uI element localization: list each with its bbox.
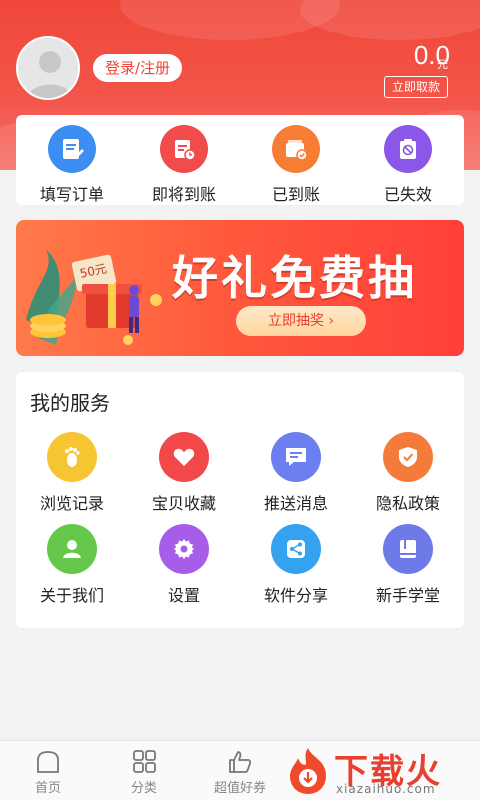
service-label: 推送消息 xyxy=(263,494,328,513)
order-item-pending[interactable]: 即将到账 xyxy=(128,115,240,205)
order-status-card: 填写订单 即将到账 已到账 已失效 xyxy=(16,115,464,205)
share-icon xyxy=(271,524,321,574)
order-item-label: 已到账 xyxy=(271,185,320,204)
thumbs-up-icon xyxy=(229,751,252,773)
order-item-label: 填写订单 xyxy=(39,185,104,204)
tab-home[interactable]: 首页 xyxy=(0,741,96,800)
order-item-expired[interactable]: 已失效 xyxy=(352,115,464,205)
gift-illustration: 50元 xyxy=(26,250,162,345)
tab-label: 超值好券 xyxy=(213,781,266,796)
tab-category[interactable]: 分类 xyxy=(96,741,192,800)
expired-clipboard-icon xyxy=(384,125,432,173)
shield-check-icon xyxy=(383,432,433,482)
service-label: 隐私政策 xyxy=(375,494,440,513)
service-item-settings[interactable]: 设置 xyxy=(128,524,240,606)
service-item-tutorial[interactable]: 新手学堂 xyxy=(352,524,464,606)
services-grid: 浏览记录 宝贝收藏 推送消息 隐私政策 关于我们 设置 软件分享 新手学堂 xyxy=(16,432,464,606)
service-item-share[interactable]: 软件分享 xyxy=(240,524,352,606)
wallet-received-icon xyxy=(272,125,320,173)
flame-logo-icon xyxy=(290,748,326,794)
avatar[interactable] xyxy=(16,36,80,100)
home-icon xyxy=(37,751,59,773)
order-item-received[interactable]: 已到账 xyxy=(240,115,352,205)
service-label: 软件分享 xyxy=(263,586,328,605)
service-label: 设置 xyxy=(167,586,200,605)
service-label: 新手学堂 xyxy=(375,586,440,605)
book-icon xyxy=(383,524,433,574)
category-grid-icon xyxy=(133,750,156,773)
login-register-button[interactable]: 登录/注册 xyxy=(93,54,183,82)
pending-bill-icon xyxy=(160,125,208,173)
user-icon xyxy=(47,524,97,574)
gear-icon xyxy=(159,524,209,574)
service-label: 宝贝收藏 xyxy=(151,494,216,513)
heart-icon xyxy=(159,432,209,482)
fill-order-icon xyxy=(48,125,96,173)
tab-label: 首页 xyxy=(34,781,61,796)
order-item-fill[interactable]: 填写订单 xyxy=(16,115,128,205)
watermark-logo: 下载火 xiazaihuo.com xyxy=(282,742,472,798)
service-item-history[interactable]: 浏览记录 xyxy=(16,432,128,514)
balance-unit: 元 xyxy=(437,58,448,71)
service-item-messages[interactable]: 推送消息 xyxy=(240,432,352,514)
footprint-icon xyxy=(47,432,97,482)
tab-coupons[interactable]: 超值好券 xyxy=(192,741,288,800)
my-services-card: 我的服务 浏览记录 宝贝收藏 推送消息 隐私政策 关于我们 设置 软件分享 新手… xyxy=(16,372,464,628)
watermark-subtext: xiazaihuo.com xyxy=(336,782,436,796)
lottery-banner[interactable]: 50元 好礼免费抽 立即抽奖 › xyxy=(16,220,464,356)
service-item-privacy[interactable]: 隐私政策 xyxy=(352,432,464,514)
section-title: 我的服务 xyxy=(30,391,110,415)
service-label: 浏览记录 xyxy=(39,494,104,513)
service-item-favorites[interactable]: 宝贝收藏 xyxy=(128,432,240,514)
service-label: 关于我们 xyxy=(39,586,104,605)
message-icon xyxy=(271,432,321,482)
order-item-label: 即将到账 xyxy=(151,185,216,204)
withdraw-button[interactable]: 立即取款 xyxy=(383,76,448,98)
banner-title: 好礼免费抽 xyxy=(172,251,417,305)
draw-now-button[interactable]: 立即抽奖 › xyxy=(236,306,366,336)
service-item-about[interactable]: 关于我们 xyxy=(16,524,128,606)
order-item-label: 已失效 xyxy=(383,185,432,204)
tab-label: 分类 xyxy=(130,781,157,796)
